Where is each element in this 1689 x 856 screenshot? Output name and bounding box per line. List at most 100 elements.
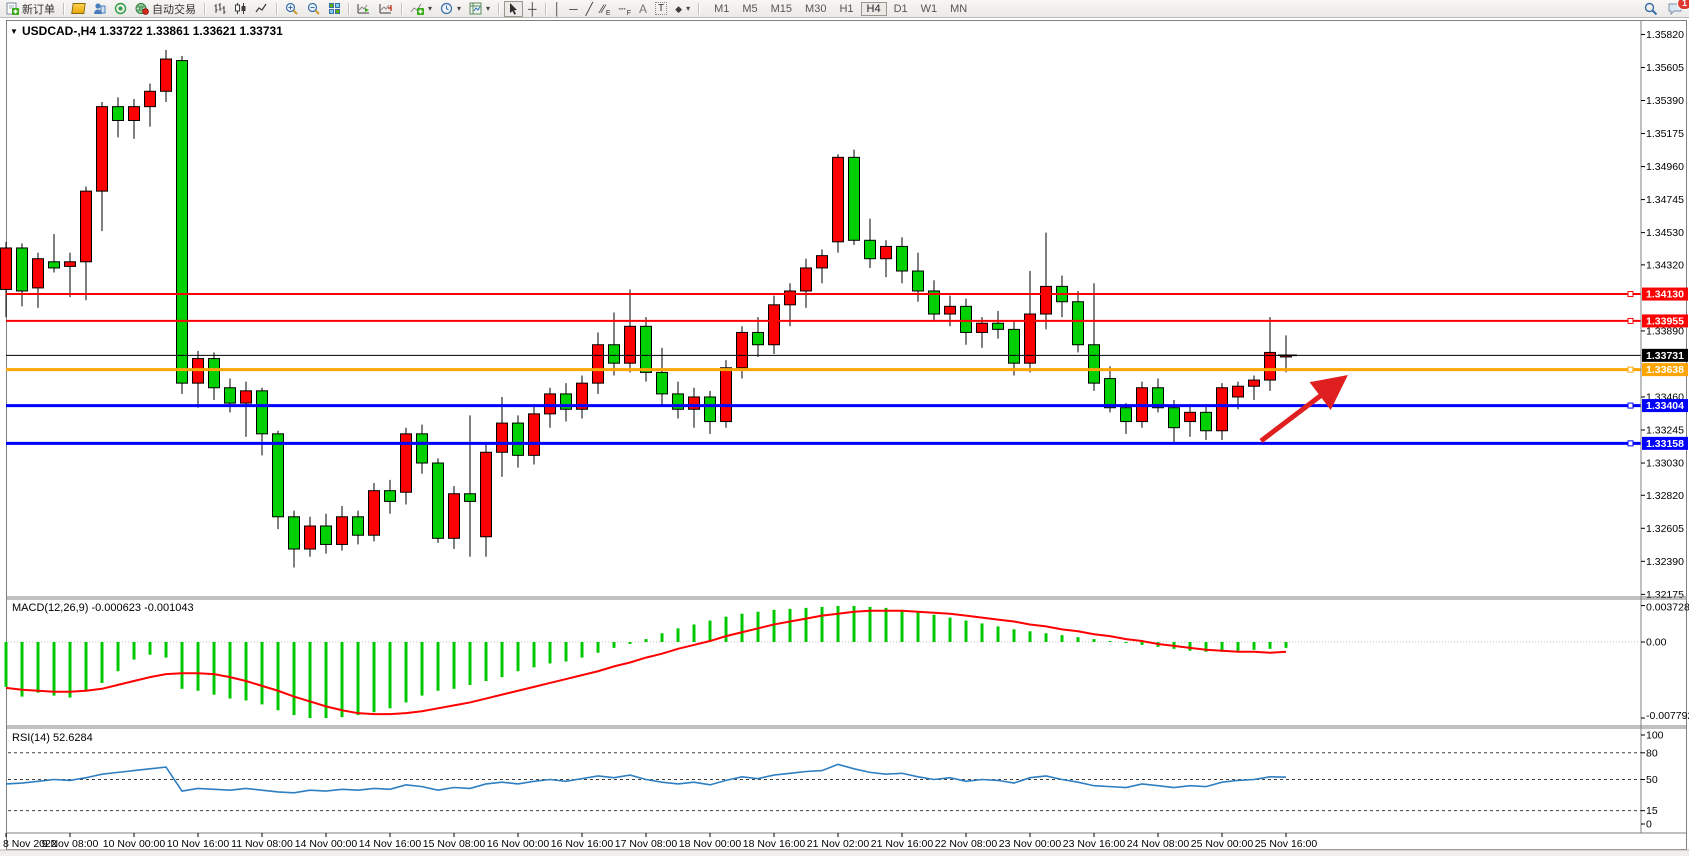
candle-body bbox=[1089, 345, 1100, 383]
candle-body bbox=[977, 323, 988, 332]
price-tick-label: 1.34745 bbox=[1646, 194, 1684, 206]
candle-body bbox=[449, 494, 460, 539]
price-badge-label: 1.33638 bbox=[1646, 364, 1684, 376]
candle-body bbox=[881, 246, 892, 258]
data-window-icon bbox=[93, 2, 106, 15]
fibonacci-button[interactable]: ┄F bbox=[616, 1, 635, 17]
candle-body bbox=[209, 359, 220, 388]
zoom-out-button[interactable] bbox=[304, 1, 324, 17]
indicators-button[interactable]: ▾ bbox=[407, 1, 435, 17]
templates-icon bbox=[469, 2, 482, 15]
bar-chart-icon bbox=[213, 2, 226, 15]
candle-body bbox=[1265, 352, 1276, 380]
candle-body bbox=[993, 323, 1004, 329]
data-window-button[interactable] bbox=[90, 1, 109, 17]
price-tick-label: 1.34960 bbox=[1646, 161, 1684, 173]
time-tick-label: 25 Nov 16:00 bbox=[1255, 838, 1318, 850]
zoom-in-icon bbox=[285, 2, 299, 15]
chart-shift-button[interactable] bbox=[376, 1, 396, 17]
timeframe-h4[interactable]: H4 bbox=[861, 2, 887, 16]
candle-body bbox=[1009, 329, 1020, 363]
price-badge-1.33731: 1.33731 bbox=[1642, 349, 1688, 362]
price-badge-label: 1.34130 bbox=[1646, 289, 1684, 301]
candlestick-chart-button[interactable] bbox=[231, 1, 250, 17]
candle-body bbox=[833, 157, 844, 241]
symbol-ohlc-label: USDCAD-,H4 1.33722 1.33861 1.33621 1.337… bbox=[22, 24, 283, 38]
candle-body bbox=[481, 452, 492, 536]
market-watch-button[interactable] bbox=[69, 1, 88, 17]
candle-body bbox=[529, 414, 540, 455]
zoom-in-button[interactable] bbox=[282, 1, 302, 17]
bar-chart-button[interactable] bbox=[210, 1, 229, 17]
arrow-objects-button[interactable]: ◆▾ bbox=[672, 1, 693, 17]
signals-button[interactable] bbox=[111, 1, 130, 17]
timeframe-m5[interactable]: M5 bbox=[736, 2, 763, 16]
toolbar-separator bbox=[276, 3, 277, 15]
text-icon: A bbox=[639, 3, 647, 15]
candle-body bbox=[257, 391, 268, 434]
candle-body bbox=[113, 107, 124, 121]
candle-body bbox=[849, 157, 860, 240]
price-badge-1.33955: 1.33955 bbox=[1642, 314, 1688, 327]
timeframe-w1[interactable]: W1 bbox=[915, 2, 944, 16]
time-tick-label: 11 Nov 08:00 bbox=[231, 838, 293, 850]
chart-canvas[interactable]: ▼USDCAD-,H4 1.33722 1.33861 1.33621 1.33… bbox=[0, 18, 1689, 856]
crosshair-button[interactable]: ┼ bbox=[525, 1, 540, 17]
timeframe-m1[interactable]: M1 bbox=[708, 2, 735, 16]
price-line-marker[interactable] bbox=[1628, 292, 1633, 297]
rsi-tick-label: 100 bbox=[1646, 730, 1664, 742]
candle-body bbox=[497, 423, 508, 452]
text-label-button[interactable]: T bbox=[652, 1, 670, 17]
price-line-marker[interactable] bbox=[1628, 367, 1633, 372]
candle-body bbox=[769, 305, 780, 345]
periods-button[interactable]: ▾ bbox=[437, 1, 464, 17]
price-badge-label: 1.33158 bbox=[1646, 438, 1684, 450]
auto-scroll-button[interactable] bbox=[354, 1, 374, 17]
timeframe-m30[interactable]: M30 bbox=[799, 2, 832, 16]
chevron-down-icon: ▾ bbox=[686, 4, 690, 13]
new-order-button[interactable]: 新订单 bbox=[3, 1, 58, 17]
toolbar-separator bbox=[204, 3, 205, 15]
toolbar-separator bbox=[401, 3, 402, 15]
templates-button[interactable]: ▾ bbox=[466, 1, 493, 17]
equidistant-channel-button[interactable]: ⁄⁄E bbox=[598, 1, 614, 17]
line-chart-icon bbox=[255, 2, 268, 15]
zoom-out-icon bbox=[307, 2, 321, 15]
horizontal-line-icon: ─ bbox=[569, 3, 578, 15]
signals-icon bbox=[114, 2, 127, 15]
arrow-objects-icon: ◆ bbox=[675, 3, 682, 15]
candle-body bbox=[865, 240, 876, 258]
trendline-button[interactable]: ╱ bbox=[583, 1, 596, 17]
trendline-icon: ╱ bbox=[586, 3, 593, 15]
chart-background bbox=[0, 18, 1689, 856]
cursor-button[interactable] bbox=[504, 1, 523, 17]
toolbar-separator bbox=[348, 3, 349, 15]
chevron-down-icon: ▾ bbox=[457, 4, 461, 13]
chart-shift-icon bbox=[379, 2, 393, 15]
text-button[interactable]: A bbox=[636, 1, 650, 17]
vertical-line-icon: │ bbox=[554, 3, 562, 15]
horizontal-line-button[interactable]: ─ bbox=[566, 1, 581, 17]
candle-body bbox=[337, 517, 348, 545]
candle-body bbox=[1105, 379, 1116, 408]
notifications-button[interactable]: 1 bbox=[1665, 1, 1686, 17]
auto-trading-button[interactable]: 自动交易 bbox=[132, 1, 199, 17]
search-button[interactable] bbox=[1641, 1, 1661, 17]
tile-windows-button[interactable] bbox=[326, 1, 343, 17]
price-line-marker[interactable] bbox=[1628, 318, 1633, 323]
price-badge-1.33404: 1.33404 bbox=[1642, 399, 1688, 412]
timeframe-mn[interactable]: MN bbox=[944, 2, 973, 16]
status-bar bbox=[0, 850, 1689, 856]
vertical-line-button[interactable]: │ bbox=[551, 1, 565, 17]
timeframe-m15[interactable]: M15 bbox=[765, 2, 798, 16]
chart-window: ▼USDCAD-,H4 1.33722 1.33861 1.33621 1.33… bbox=[0, 18, 1689, 856]
candle-body bbox=[433, 463, 444, 538]
timeframe-h1[interactable]: H1 bbox=[833, 2, 859, 16]
timeframe-d1[interactable]: D1 bbox=[888, 2, 914, 16]
price-tick-label: 1.35605 bbox=[1646, 62, 1684, 74]
candle-body bbox=[513, 423, 524, 455]
price-line-marker[interactable] bbox=[1628, 403, 1633, 408]
line-chart-button[interactable] bbox=[252, 1, 271, 17]
candle-body bbox=[1249, 380, 1260, 386]
price-line-marker[interactable] bbox=[1628, 441, 1633, 446]
